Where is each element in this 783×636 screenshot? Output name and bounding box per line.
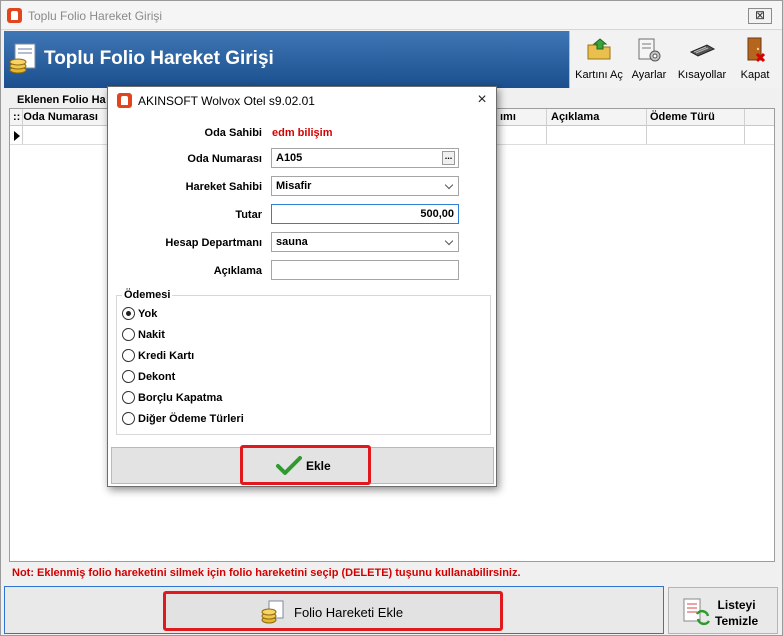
- toolbar-label: Kartını Aç: [575, 69, 623, 81]
- dialog-close-button[interactable]: ×: [472, 90, 492, 110]
- movement-owner-label: Hareket Sahibi: [185, 181, 262, 193]
- dialog-title-bar: AKINSOFT Wolvox Otel s9.02.01 ×: [108, 87, 496, 114]
- add-folio-movement-label: Folio Hareketi Ekle: [294, 605, 404, 620]
- room-number-label: Oda Numarası: [187, 153, 262, 165]
- window-title: Toplu Folio Hareket Girişi: [28, 9, 163, 23]
- exit-door-icon: [747, 37, 766, 63]
- room-owner-value: edm bilişim: [272, 127, 333, 139]
- coins-folio-icon: [9, 43, 36, 74]
- page-title: Toplu Folio Hareket Girişi: [44, 48, 274, 69]
- add-folio-movement-button[interactable]: Folio Hareketi Ekle: [163, 591, 503, 631]
- settings-icon: [638, 38, 661, 62]
- payment-option-label[interactable]: Yok: [138, 308, 157, 320]
- column-header-partial[interactable]: ımı: [500, 111, 516, 123]
- toolbar-label: Ayarlar: [631, 69, 667, 81]
- payment-option-label[interactable]: Borçlu Kapatma: [138, 392, 222, 404]
- amount-label: Tutar: [235, 209, 262, 221]
- keyboard-icon: [689, 44, 715, 57]
- column-header-payment-type[interactable]: Ödeme Türü: [650, 111, 715, 123]
- folder-open-icon: [587, 38, 611, 60]
- account-department-label: Hesap Departmanı: [165, 237, 262, 249]
- account-department-select[interactable]: sauna: [271, 232, 459, 252]
- account-department-value: sauna: [276, 236, 308, 248]
- delete-hint-note: Not: Eklenmiş folio hareketini silmek iç…: [12, 567, 521, 579]
- payment-radio-other[interactable]: [122, 412, 135, 425]
- checkmark-icon: [276, 456, 302, 475]
- column-header-room[interactable]: :: Oda Numarası: [13, 111, 98, 123]
- chevron-down-icon: [444, 180, 454, 190]
- payment-radio-none[interactable]: [122, 307, 135, 320]
- add-movement-dialog: AKINSOFT Wolvox Otel s9.02.01 × Oda Sahi…: [107, 86, 497, 487]
- payment-radio-credit-card[interactable]: [122, 349, 135, 362]
- toolbar-label: Kapat: [740, 69, 770, 81]
- payment-option-label[interactable]: Nakit: [138, 329, 165, 341]
- payment-option-label[interactable]: Dekont: [138, 371, 175, 383]
- row-indicator-icon: [14, 131, 20, 141]
- toolbar: Kartını Aç Ayarlar Kısayollar Kapat: [569, 31, 781, 88]
- add-button[interactable]: Ekle: [240, 445, 371, 485]
- room-number-value: A105: [276, 152, 303, 164]
- clear-list-button[interactable]: Listeyi Temizle: [668, 587, 778, 634]
- description-label: Açıklama: [213, 265, 262, 277]
- clear-list-label-line2: Temizle: [715, 614, 759, 628]
- list-label: Eklenen Folio Ha: [17, 94, 106, 106]
- payment-radio-receipt[interactable]: [122, 370, 135, 383]
- column-header-description[interactable]: Açıklama: [551, 111, 599, 123]
- payment-radio-debtor-closing[interactable]: [122, 391, 135, 404]
- app-logo-icon: [117, 93, 132, 108]
- close-button[interactable]: Kapat: [733, 33, 777, 85]
- room-lookup-button[interactable]: ...: [442, 151, 455, 165]
- app-logo-icon: [7, 8, 22, 23]
- settings-button[interactable]: Ayarlar: [628, 33, 670, 85]
- payment-radio-cash[interactable]: [122, 328, 135, 341]
- refresh-list-icon: [683, 598, 711, 626]
- title-bar: Toplu Folio Hareket Girişi ⊠: [1, 1, 782, 30]
- movement-owner-select[interactable]: Misafir: [271, 176, 459, 196]
- room-owner-label: Oda Sahibi: [204, 127, 262, 139]
- shortcuts-button[interactable]: Kısayollar: [672, 33, 732, 85]
- payment-option-label[interactable]: Diğer Ödeme Türleri: [138, 413, 244, 425]
- chevron-down-icon: [444, 236, 454, 246]
- window-close-button[interactable]: ⊠: [748, 8, 772, 24]
- add-button-label: Ekle: [306, 459, 331, 473]
- room-number-field[interactable]: A105 ...: [271, 148, 459, 168]
- description-field[interactable]: [271, 260, 459, 280]
- movement-owner-value: Misafir: [276, 180, 312, 192]
- coins-add-icon: [261, 600, 284, 624]
- open-card-button[interactable]: Kartını Aç: [572, 33, 626, 85]
- payment-option-label[interactable]: Kredi Kartı: [138, 350, 194, 362]
- payment-legend: Ödemesi: [122, 289, 173, 301]
- amount-field[interactable]: 500,00: [271, 204, 459, 224]
- toolbar-label: Kısayollar: [677, 69, 727, 81]
- clear-list-label: Listeyi Temizle: [715, 597, 758, 629]
- dialog-title: AKINSOFT Wolvox Otel s9.02.01: [138, 94, 315, 108]
- clear-list-label-line1: Listeyi: [717, 598, 756, 612]
